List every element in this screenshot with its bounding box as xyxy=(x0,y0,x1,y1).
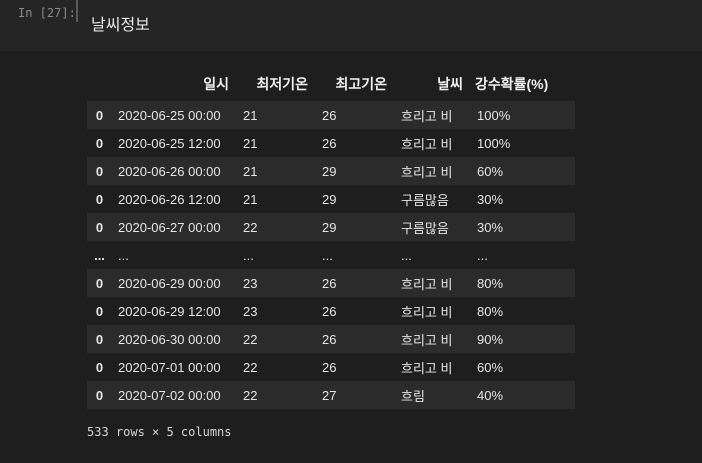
row-index: 0 xyxy=(95,303,104,319)
cell-max-temp: ... xyxy=(322,247,333,263)
cell-precip: 100% xyxy=(477,135,511,151)
cell-min-temp: 22 xyxy=(243,387,258,403)
cell-precip: 30% xyxy=(477,219,504,235)
cell-min-temp: ... xyxy=(243,247,254,263)
cell-weather: 구름많음 xyxy=(401,192,449,208)
table-row: 0 2020-06-29 12:00 23 26 흐리고 비 80% xyxy=(87,297,575,325)
cell-weather: 흐리고 비 xyxy=(401,164,453,180)
table-row: 0 2020-07-01 00:00 22 26 흐리고 비 60% xyxy=(87,353,575,381)
cell-min-temp: 21 xyxy=(243,135,258,151)
dataframe-table: 일시 최저기온 최고기온 날씨 강수확률(%) 0 2020-06-25 00:… xyxy=(87,67,575,409)
cell-precip: 100% xyxy=(477,107,511,123)
cell-precip: 90% xyxy=(477,331,504,347)
cell-date: 2020-06-27 00:00 xyxy=(118,219,221,235)
cell-min-temp: 21 xyxy=(243,163,258,179)
row-index: 0 xyxy=(95,219,104,235)
table-row: 0 2020-06-25 00:00 21 26 흐리고 비 100% xyxy=(87,101,575,129)
cell-date: 2020-06-29 12:00 xyxy=(118,303,221,319)
cell-max-temp: 29 xyxy=(322,163,337,179)
row-index: 0 xyxy=(95,275,104,291)
cell-weather: 흐리고 비 xyxy=(401,136,453,152)
cell-weather: ... xyxy=(401,247,412,263)
cell-date: 2020-07-02 00:00 xyxy=(118,387,221,403)
cell-min-temp: 23 xyxy=(243,275,258,291)
table-row: 0 2020-06-26 00:00 21 29 흐리고 비 60% xyxy=(87,157,575,185)
row-index: 0 xyxy=(95,135,104,151)
cell-code[interactable]: 날씨정보 xyxy=(91,11,150,35)
cell-precip: 80% xyxy=(477,275,504,291)
cell-divider xyxy=(76,0,78,22)
cell-weather: 흐리고 비 xyxy=(401,304,453,320)
notebook-page: In [27]: 날씨정보 일시 최저기온 최고기온 날씨 강수확률(%) 0 … xyxy=(0,0,702,463)
header-date: 일시 xyxy=(203,76,229,92)
row-index: 0 xyxy=(95,107,104,123)
cell-min-temp: 23 xyxy=(243,303,258,319)
cell-prompt: In [27]: xyxy=(18,6,76,20)
dataframe-shape: 533 rows × 5 columns xyxy=(87,425,232,439)
table-row: 0 2020-06-27 00:00 22 29 구름많음 30% xyxy=(87,213,575,241)
cell-precip: ... xyxy=(477,247,488,263)
cell-date: 2020-07-01 00:00 xyxy=(118,359,221,375)
cell-min-temp: 21 xyxy=(243,107,258,123)
header-max-temp: 최고기온 xyxy=(335,76,387,92)
header-weather: 날씨 xyxy=(437,76,463,92)
cell-date: 2020-06-26 12:00 xyxy=(118,191,221,207)
cell-max-temp: 26 xyxy=(322,303,337,319)
cell-date: 2020-06-30 00:00 xyxy=(118,331,221,347)
cell-weather: 흐리고 비 xyxy=(401,360,453,376)
cell-max-temp: 26 xyxy=(322,275,337,291)
header-precip: 강수확률(%) xyxy=(475,76,549,92)
cell-weather: 흐림 xyxy=(401,388,425,404)
row-index: 0 xyxy=(95,163,104,179)
cell-date: ... xyxy=(118,247,129,263)
cell-min-temp: 22 xyxy=(243,359,258,375)
cell-precip: 80% xyxy=(477,303,504,319)
table-row: 0 2020-06-30 00:00 22 26 흐리고 비 90% xyxy=(87,325,575,353)
table-row: 0 2020-06-26 12:00 21 29 구름많음 30% xyxy=(87,185,575,213)
header-index xyxy=(87,67,112,101)
header-min-temp: 최저기온 xyxy=(256,76,308,92)
table-row: 0 2020-06-25 12:00 21 26 흐리고 비 100% xyxy=(87,129,575,157)
row-index: 0 xyxy=(95,359,104,375)
cell-max-temp: 26 xyxy=(322,107,337,123)
cell-max-temp: 27 xyxy=(322,387,337,403)
table-row: 0 2020-07-02 00:00 22 27 흐림 40% xyxy=(87,381,575,409)
cell-max-temp: 29 xyxy=(322,219,337,235)
cell-date: 2020-06-26 00:00 xyxy=(118,163,221,179)
cell-max-temp: 26 xyxy=(322,331,337,347)
cell-weather: 흐리고 비 xyxy=(401,108,453,124)
cell-weather: 흐리고 비 xyxy=(401,332,453,348)
row-index: 0 xyxy=(95,331,104,347)
cell-precip: 60% xyxy=(477,163,504,179)
row-index: ... xyxy=(94,247,105,263)
cell-precip: 30% xyxy=(477,191,504,207)
cell-date: 2020-06-29 00:00 xyxy=(118,275,221,291)
cell-precip: 40% xyxy=(477,387,504,403)
cell-min-temp: 21 xyxy=(243,191,258,207)
cell-min-temp: 22 xyxy=(243,331,258,347)
input-cell[interactable]: In [27]: 날씨정보 xyxy=(0,0,702,51)
cell-date: 2020-06-25 00:00 xyxy=(118,107,221,123)
row-index: 0 xyxy=(95,387,104,403)
cell-max-temp: 26 xyxy=(322,135,337,151)
cell-precip: 60% xyxy=(477,359,504,375)
cell-min-temp: 22 xyxy=(243,219,258,235)
cell-max-temp: 26 xyxy=(322,359,337,375)
cell-weather: 흐리고 비 xyxy=(401,276,453,292)
cell-max-temp: 29 xyxy=(322,191,337,207)
cell-weather: 구름많음 xyxy=(401,220,449,236)
table-row-ellipsis: ... ... ... ... ... ... xyxy=(87,241,575,269)
row-index: 0 xyxy=(95,191,104,207)
table-row: 0 2020-06-29 00:00 23 26 흐리고 비 80% xyxy=(87,269,575,297)
table-header-row: 일시 최저기온 최고기온 날씨 강수확률(%) xyxy=(87,67,575,101)
cell-date: 2020-06-25 12:00 xyxy=(118,135,221,151)
